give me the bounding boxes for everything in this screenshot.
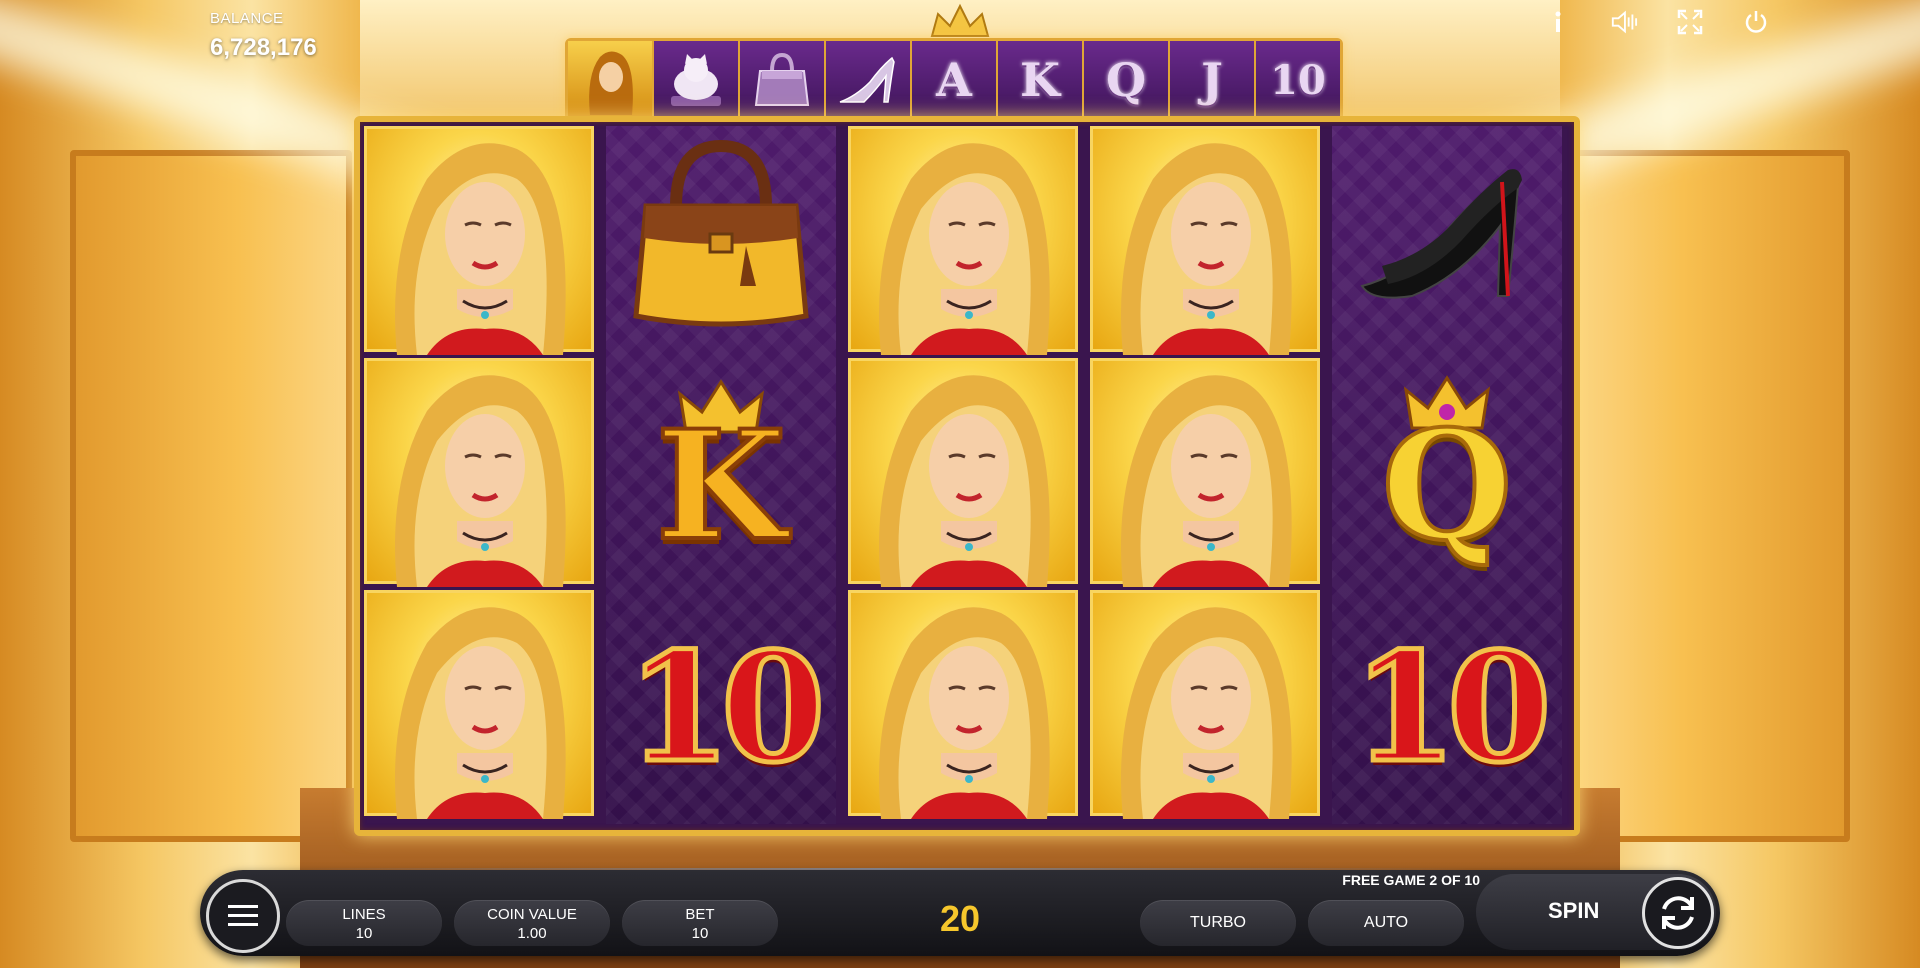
j-letter: J — [1201, 53, 1223, 107]
woman-symbol — [364, 126, 594, 352]
lines-value: 10 — [355, 925, 373, 942]
power-icon[interactable] — [1742, 8, 1770, 36]
woman-face-icon — [589, 51, 633, 115]
spin-button[interactable] — [1642, 877, 1714, 949]
paytable-j-symbol[interactable]: J — [1170, 41, 1256, 119]
woman-symbol — [364, 590, 594, 816]
turbo-label: TURBO — [1190, 914, 1246, 931]
bet-label: BET — [685, 906, 715, 923]
woman-symbol — [1090, 590, 1320, 816]
crown-ornament — [930, 3, 990, 37]
balance-label: BALANCE — [210, 10, 284, 27]
k-letter: K — [1020, 53, 1060, 107]
coin-value-label: COIN VALUE — [487, 906, 577, 923]
lines-label: LINES — [342, 906, 386, 923]
woman-symbol — [364, 358, 594, 584]
paytable-bar: A K Q J 10 — [565, 38, 1343, 128]
reel-3 — [848, 126, 1078, 824]
handbag-icon — [754, 52, 810, 106]
ten-number: 10 — [1350, 618, 1554, 799]
spin-label[interactable]: SPIN — [1548, 898, 1599, 924]
right-door-panel — [1568, 150, 1850, 842]
woman-symbol — [1090, 126, 1320, 352]
lines-selector[interactable]: LINES 10 — [286, 900, 442, 946]
free-game-counter: FREE GAME 2 OF 10 — [1342, 872, 1480, 888]
heels-icon — [839, 56, 895, 103]
reel-2: K 10 — [606, 126, 836, 824]
refresh-icon — [1662, 896, 1694, 930]
woman-symbol — [848, 358, 1078, 584]
coin-value: 1.00 — [517, 925, 547, 942]
turbo-button[interactable]: TURBO — [1140, 900, 1296, 946]
heels-icon — [1360, 169, 1522, 299]
menu-button[interactable] — [206, 879, 280, 953]
woman-symbol — [1090, 358, 1320, 584]
left-door-panel — [70, 150, 352, 842]
bet-selector[interactable]: BET 10 — [622, 900, 778, 946]
auto-label: AUTO — [1363, 914, 1409, 931]
balance-value: 6,728,176 — [210, 34, 317, 61]
q-letter: Q — [1105, 53, 1147, 107]
fullscreen-icon[interactable] — [1676, 8, 1704, 36]
k-letter: K — [654, 396, 788, 576]
paytable-heels-symbol[interactable] — [826, 41, 912, 119]
info-icon[interactable] — [1544, 8, 1572, 36]
ten-symbol: 10 — [1332, 590, 1562, 816]
k-symbol: K — [606, 358, 836, 584]
heels-symbol — [1332, 126, 1562, 352]
sound-icon[interactable] — [1610, 8, 1638, 36]
win-amount: 20 — [939, 898, 981, 939]
coin-value-selector[interactable]: COIN VALUE 1.00 — [454, 900, 610, 946]
auto-button[interactable]: AUTO — [1308, 900, 1464, 946]
ten-letter: 10 — [1270, 56, 1326, 104]
paytable-a-symbol[interactable]: A — [912, 41, 998, 119]
q-symbol: Q — [1332, 358, 1562, 584]
bet-value: 10 — [691, 925, 709, 942]
paytable-ten-symbol[interactable]: 10 — [1256, 41, 1340, 119]
reel-1 — [364, 126, 594, 824]
paytable-woman-symbol[interactable] — [568, 41, 654, 119]
handbag-icon — [633, 139, 809, 327]
paytable-q-symbol[interactable]: Q — [1084, 41, 1170, 119]
woman-symbol — [848, 590, 1078, 816]
cat-icon — [671, 54, 721, 106]
paytable-k-symbol[interactable]: K — [998, 41, 1084, 119]
paytable-handbag-symbol[interactable] — [740, 41, 826, 119]
reel-5: Q 10 — [1332, 126, 1562, 824]
hamburger-icon — [228, 905, 258, 926]
reel-frame: K 10 Q 10 — [354, 116, 1580, 836]
reel-4 — [1090, 126, 1320, 824]
handbag-symbol — [606, 126, 836, 352]
ten-symbol: 10 — [606, 590, 836, 816]
top-toolbar — [1544, 8, 1770, 36]
woman-symbol — [848, 126, 1078, 352]
ten-number: 10 — [624, 618, 828, 799]
a-letter: A — [936, 53, 972, 107]
q-letter: Q — [1380, 396, 1515, 576]
paytable-cat-symbol[interactable] — [654, 41, 740, 119]
